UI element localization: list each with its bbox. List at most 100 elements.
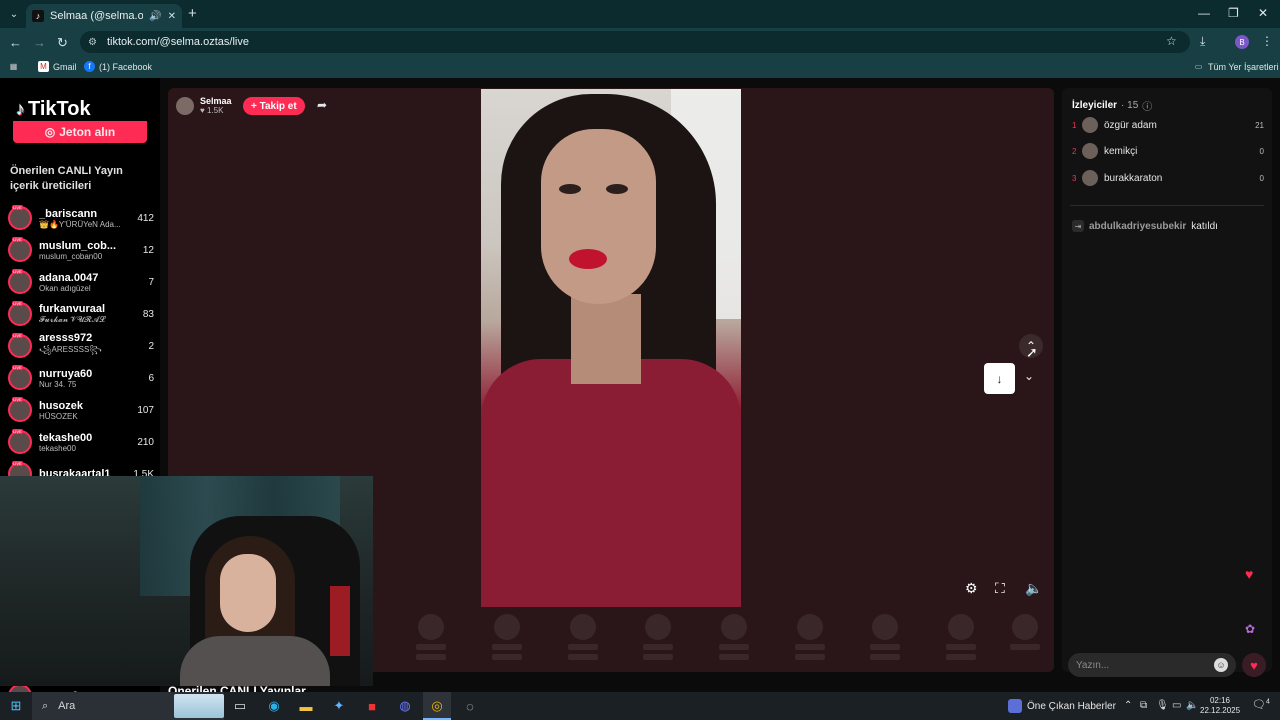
- get-coins-button[interactable]: ◎ Jeton alın: [13, 121, 147, 143]
- tiktok-logo[interactable]: ♪ TikTok: [16, 98, 91, 121]
- notification-icon[interactable]: 🗨4: [1252, 698, 1270, 711]
- browser-menu-icon[interactable]: ⋮: [1261, 34, 1273, 48]
- taskbar-search-placeholder: Ara: [58, 700, 76, 712]
- profile-avatar[interactable]: B: [1235, 35, 1249, 49]
- emoji-icon[interactable]: ☺: [1214, 658, 1228, 672]
- taskbar-clock[interactable]: 02:16 22.12.2025: [1200, 696, 1240, 716]
- live-badge: LIVE: [12, 461, 23, 466]
- creator-item[interactable]: LIVE tekashe00 tekashe00 210: [8, 426, 154, 458]
- minimize-icon[interactable]: —: [1198, 6, 1210, 20]
- tab-title: Selmaa (@selma.oztas) CAN: [50, 10, 144, 22]
- bookmark-facebook[interactable]: f (1) Facebook: [84, 61, 152, 72]
- window-close-icon[interactable]: ✕: [1258, 6, 1268, 20]
- apps-grid-icon[interactable]: ▦: [8, 61, 19, 72]
- creator-avatar: LIVE: [8, 429, 32, 454]
- arrow-down-icon: ↓: [996, 371, 1003, 386]
- new-tab-button[interactable]: +: [188, 5, 197, 22]
- download-hint-button[interactable]: ↓: [984, 363, 1015, 394]
- windows-start-icon[interactable]: ⊞: [8, 698, 24, 714]
- creator-item[interactable]: LIVE _bariscann 👑🔥Y'ÜRÜYeN Ada... 412: [8, 202, 154, 234]
- creator-avatar: LIVE: [8, 365, 32, 390]
- creator-name: tekashe00: [39, 431, 93, 444]
- copilot-icon[interactable]: ✦: [331, 698, 347, 714]
- download-icon[interactable]: ⤓: [1200, 34, 1205, 49]
- bookmark-facebook-label: (1) Facebook: [99, 61, 153, 72]
- bookmark-gmail[interactable]: M Gmail: [38, 61, 77, 72]
- joined-username[interactable]: abdulkadriyesubekir: [1089, 221, 1186, 232]
- file-explorer-icon[interactable]: ▬: [298, 698, 314, 714]
- share-icon[interactable]: ➦: [317, 98, 327, 112]
- creator-item[interactable]: LIVE adana.0047 Okan adıgüzel 7: [8, 266, 154, 298]
- video-person-neck: [571, 294, 641, 384]
- creator-subtitle: muslum_coban00: [39, 251, 103, 261]
- microphone-icon[interactable]: 🎙: [1156, 700, 1169, 711]
- host-likes: 1.5K: [206, 106, 224, 115]
- facebook-icon: f: [84, 61, 95, 72]
- viewer-name: kemikçi: [1104, 145, 1138, 157]
- back-icon[interactable]: ←: [9, 35, 22, 50]
- creator-subtitle: ꧁ARESSSS꧂: [39, 345, 102, 354]
- next-live-button[interactable]: ⌄: [1024, 369, 1034, 383]
- creator-viewer-count: 107: [137, 404, 154, 416]
- video-person-dress: [481, 359, 741, 607]
- restore-icon[interactable]: ❐: [1228, 6, 1239, 20]
- tab-close-icon[interactable]: ✕: [168, 11, 176, 22]
- follow-button[interactable]: + Takip et: [243, 97, 305, 115]
- search-icon: ⌕: [42, 699, 49, 712]
- info-icon[interactable]: ⓘ: [1142, 98, 1152, 113]
- host-info[interactable]: Selmaa ♥ 1.5K: [176, 96, 232, 115]
- viewer-name: burakkaraton: [1104, 172, 1163, 184]
- like-button[interactable]: ♥: [1242, 653, 1266, 677]
- live-video[interactable]: [481, 89, 741, 607]
- video-person-face: [541, 129, 656, 304]
- chat-input[interactable]: Yazın... ☺: [1068, 653, 1236, 677]
- loading-placeholders: [388, 614, 1048, 664]
- creator-item[interactable]: LIVE nurruya60 Nur 34. 75 6: [8, 362, 154, 394]
- viewer-row[interactable]: 1 özgür adam 21: [1072, 115, 1264, 135]
- creator-avatar: LIVE: [8, 269, 32, 294]
- join-icon: ⇥: [1072, 220, 1084, 232]
- taskbar-search[interactable]: ⌕ Ara: [32, 692, 224, 720]
- app-icon-red[interactable]: ■: [364, 698, 380, 714]
- all-bookmarks[interactable]: ▭ Tüm Yer İşaretleri: [1193, 61, 1279, 72]
- network-icon[interactable]: ▭: [1172, 700, 1181, 711]
- creator-item[interactable]: LIVE furkanvuraal 𝓕𝓾𝓻𝓴𝓪𝓷 𝓥𝓤𝓡𝓐𝓛 83: [8, 298, 154, 330]
- viewer-avatar: [1082, 143, 1098, 159]
- edge-icon[interactable]: ◉: [266, 698, 282, 714]
- creator-item[interactable]: LIVE aresss972 ꧁ARESSSS꧂ 2: [8, 330, 154, 362]
- browser-tab-active[interactable]: ♪ Selmaa (@selma.oztas) CAN 🔊 ✕: [26, 4, 182, 28]
- site-info-icon[interactable]: ⚙: [88, 37, 97, 48]
- gift-icon[interactable]: ✿: [1245, 622, 1255, 636]
- reload-icon[interactable]: ↻: [57, 35, 68, 51]
- forward-icon[interactable]: →: [33, 35, 46, 50]
- creator-item[interactable]: LIVE husozek HÜSOZEK 107: [8, 394, 154, 426]
- creator-item[interactable]: LIVE muslum_cob... muslum_coban00 12: [8, 234, 154, 266]
- tray-chevron-icon[interactable]: ⌃: [1124, 700, 1132, 711]
- task-view-icon[interactable]: ▭: [232, 698, 248, 714]
- placeholder-item: [416, 614, 446, 660]
- chrome-icon[interactable]: ◎: [429, 698, 445, 714]
- settings-icon[interactable]: ⚙: [965, 580, 978, 597]
- tab-search-icon[interactable]: ⌄: [6, 6, 22, 22]
- creator-name: _bariscann: [39, 207, 98, 220]
- creator-viewer-count: 412: [137, 212, 154, 224]
- obs-icon[interactable]: ◌: [462, 698, 478, 714]
- bookmark-star-icon[interactable]: ☆: [1166, 34, 1177, 48]
- viewer-row[interactable]: 3 burakkaraton 0: [1072, 168, 1264, 188]
- creator-avatar: LIVE: [8, 237, 32, 262]
- video-person-eye: [606, 184, 628, 194]
- creator-avatar: LIVE: [8, 397, 32, 422]
- volume-icon[interactable]: 🔈: [1025, 580, 1042, 597]
- tray-app-icon[interactable]: ⧉: [1140, 700, 1147, 711]
- news-widget[interactable]: Öne Çıkan Haberler: [1008, 699, 1116, 713]
- chat-join-message: ⇥ abdulkadriyesubekir katıldı: [1072, 220, 1218, 232]
- viewer-row[interactable]: 2 kemikçi 0: [1072, 141, 1264, 161]
- tab-audio-icon[interactable]: 🔊: [149, 11, 161, 22]
- fullscreen-icon[interactable]: ⛶: [995, 580, 1005, 597]
- host-avatar[interactable]: [176, 96, 194, 115]
- discord-icon[interactable]: ◍: [397, 698, 413, 714]
- address-bar[interactable]: ⚙ tiktok.com/@selma.oztas/live: [80, 31, 1190, 53]
- speaker-icon[interactable]: 🔈: [1186, 700, 1198, 711]
- creator-name: adana.0047: [39, 271, 99, 284]
- creator-name: furkanvuraal: [39, 303, 106, 315]
